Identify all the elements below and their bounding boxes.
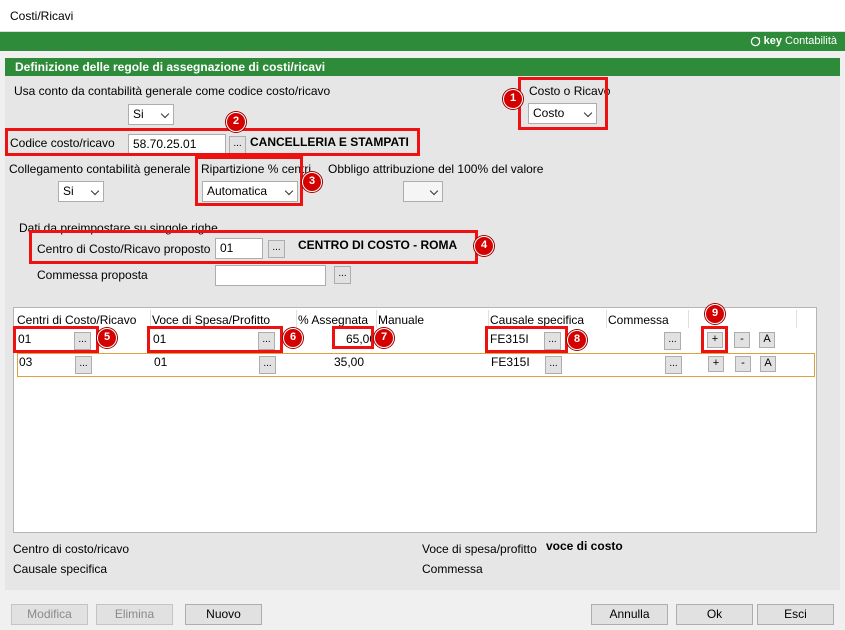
- esci-button[interactable]: Esci: [757, 604, 834, 625]
- col-separator: [796, 310, 797, 328]
- row2-add-button[interactable]: +: [708, 356, 724, 372]
- highlight-row-centro: [13, 326, 99, 353]
- collegamento-value: Si: [63, 184, 74, 198]
- highlight-row-causale: [485, 326, 568, 353]
- row1-remove-button[interactable]: -: [734, 332, 750, 348]
- highlight-row-perc: [332, 326, 374, 349]
- collegamento-label: Collegamento contabilità generale: [9, 162, 191, 176]
- row2-voce-lookup[interactable]: ...: [259, 356, 276, 374]
- callout-badge-2: 2: [226, 112, 246, 132]
- callout-badge-4: 4: [474, 236, 494, 256]
- nuovo-button[interactable]: Nuovo: [185, 604, 262, 625]
- row2-centro-lookup[interactable]: ...: [75, 356, 92, 374]
- col-separator: [376, 310, 377, 328]
- row1-a-button[interactable]: A: [759, 332, 775, 348]
- refresh-logo-icon: [750, 36, 760, 46]
- chevron-down-icon: [90, 186, 100, 196]
- col-separator: [296, 310, 297, 328]
- footer-voce-value: voce di costo: [546, 539, 623, 553]
- obbligo-select[interactable]: [403, 181, 443, 202]
- highlight-centro: [29, 230, 478, 264]
- annulla-button[interactable]: Annulla: [591, 604, 668, 625]
- elimina-button[interactable]: Elimina: [96, 604, 173, 625]
- commessa-proposta-input[interactable]: [215, 265, 326, 286]
- row2-commessa-lookup[interactable]: ...: [665, 356, 682, 374]
- section-title: Definizione delle regole di assegnazione…: [5, 58, 840, 76]
- collegamento-select[interactable]: Si: [58, 181, 104, 202]
- col-header-causale: Causale specifica: [490, 313, 585, 327]
- col-header-centri: Centri di Costo/Ricavo: [17, 313, 137, 327]
- chevron-down-icon: [429, 186, 439, 196]
- assignment-grid: Centri di Costo/Ricavo Voce di Spesa/Pro…: [13, 307, 817, 533]
- highlight-codice: [5, 128, 420, 156]
- callout-badge-5: 5: [97, 328, 117, 348]
- usa-conto-label: Usa conto da contabilità generale come c…: [14, 84, 331, 98]
- highlight-row-add: [701, 326, 728, 353]
- title-bar: Costi/Ricavi: [0, 0, 845, 32]
- highlight-ripartizione: [195, 156, 303, 206]
- col-header-manuale: Manuale: [378, 313, 425, 327]
- row2-causale-lookup[interactable]: ...: [545, 356, 562, 374]
- col-header-commessa: Commessa: [608, 313, 669, 327]
- col-header-perc: % Assegnata: [298, 313, 369, 327]
- brand-bar: key Contabilità: [0, 32, 845, 51]
- callout-badge-8: 8: [567, 330, 587, 350]
- row2-remove-button[interactable]: -: [735, 356, 751, 372]
- callout-badge-9: 9: [705, 304, 725, 324]
- row2-perc[interactable]: 35,00: [334, 355, 364, 369]
- footer-causale-label: Causale specifica: [13, 562, 108, 576]
- row2-a-button[interactable]: A: [760, 356, 776, 372]
- callout-badge-1: 1: [503, 89, 523, 109]
- brand-key: key: [763, 35, 783, 47]
- table-row[interactable]: 03 ... 01 ... 35,00 FE315I ... ... + - A: [17, 353, 815, 377]
- callout-badge-6: 6: [283, 328, 303, 348]
- row2-voce[interactable]: 01: [154, 355, 167, 369]
- chevron-down-icon: [160, 109, 170, 119]
- row2-causale[interactable]: FE315I: [491, 355, 530, 369]
- brand-name: Contabilità: [785, 35, 837, 47]
- obbligo-label: Obbligo attribuzione del 100% del valore: [328, 162, 544, 176]
- highlight-row-voce: [147, 326, 283, 353]
- ok-button[interactable]: Ok: [676, 604, 753, 625]
- usa-conto-value: Si: [133, 107, 144, 121]
- callout-badge-7: 7: [374, 328, 394, 348]
- col-separator: [688, 310, 689, 328]
- usa-conto-select[interactable]: Si: [128, 104, 174, 125]
- row2-centro[interactable]: 03: [19, 355, 32, 369]
- commessa-proposta-label: Commessa proposta: [37, 268, 148, 282]
- footer-voce-label: Voce di spesa/profitto: [422, 542, 537, 556]
- footer-centro-label: Centro di costo/ricavo: [13, 542, 130, 556]
- col-separator: [606, 310, 607, 328]
- window-title: Costi/Ricavi: [10, 9, 74, 23]
- row1-commessa-lookup[interactable]: ...: [664, 332, 681, 350]
- commessa-lookup-button[interactable]: ...: [334, 266, 351, 284]
- brand-logo: key Contabilità: [750, 35, 837, 47]
- modifica-button[interactable]: Modifica: [11, 604, 88, 625]
- footer-commessa-label: Commessa: [422, 562, 483, 576]
- callout-badge-3: 3: [302, 172, 322, 192]
- highlight-costo-ricavo: [518, 77, 608, 130]
- col-header-voce: Voce di Spesa/Profitto: [152, 313, 271, 327]
